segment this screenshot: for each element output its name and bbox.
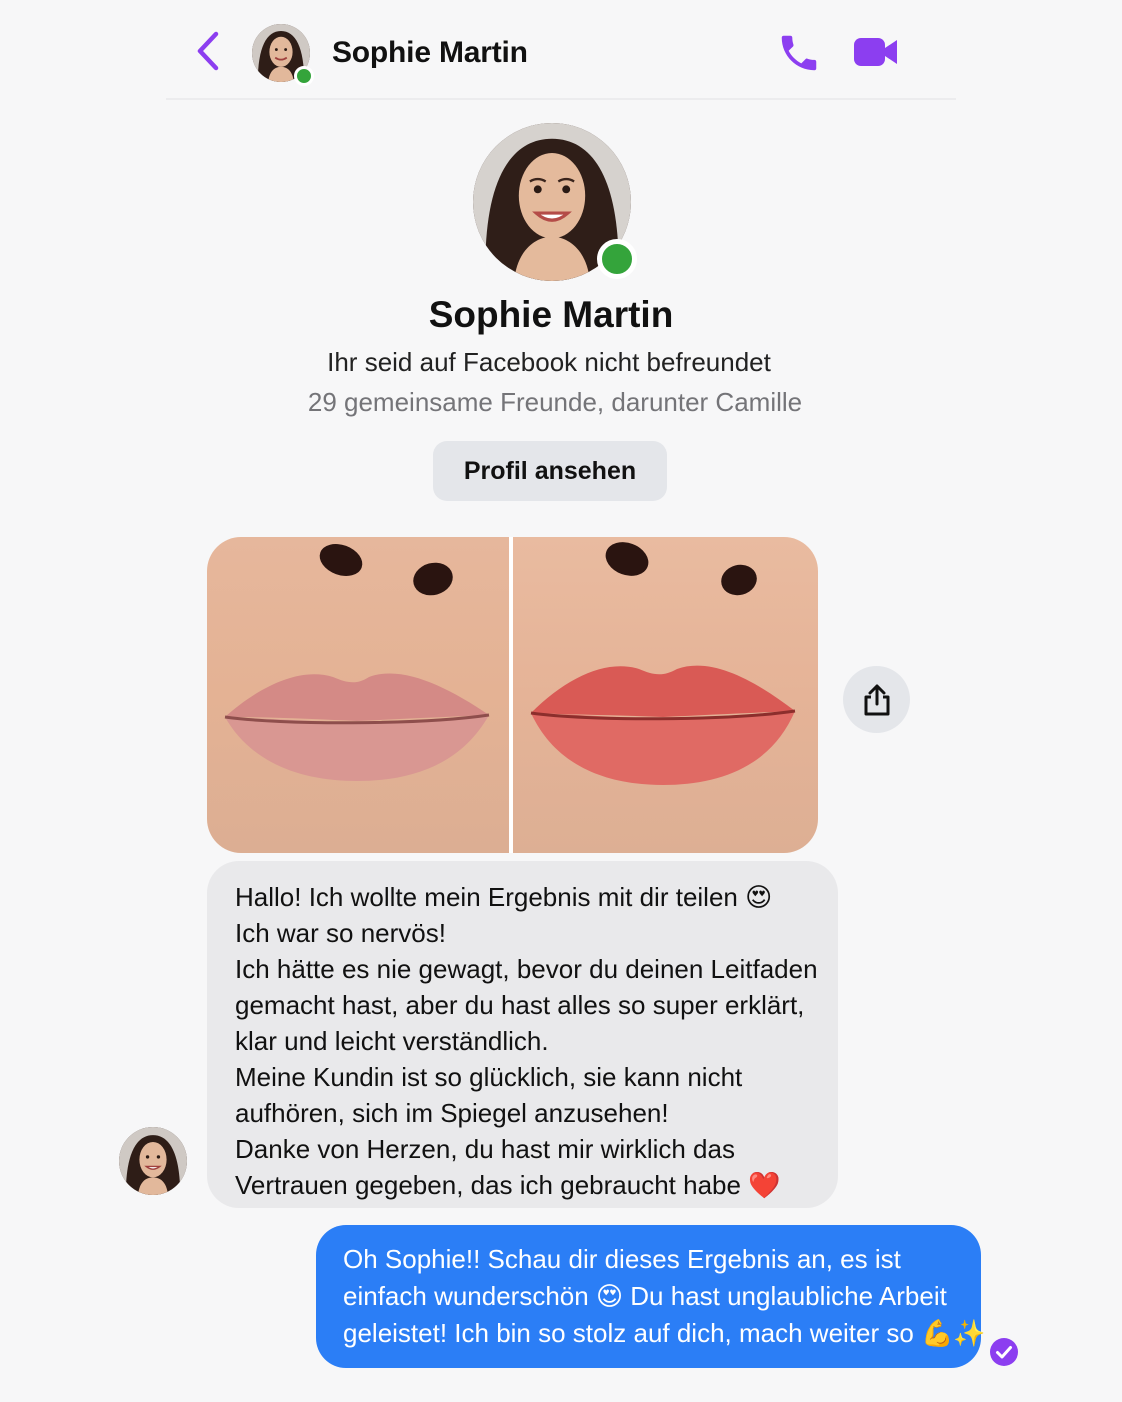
message-line: geleistet! Ich bin so stolz auf dich, ma…	[343, 1318, 986, 1348]
message-line: Ich hätte es nie gewagt, bevor du deinen…	[235, 954, 818, 984]
header-avatar[interactable]	[252, 24, 314, 86]
back-button[interactable]	[188, 28, 228, 74]
seen-check-icon	[990, 1338, 1018, 1366]
photo-before	[207, 537, 513, 853]
message-line: Oh Sophie!! Schau dir dieses Ergebnis an…	[343, 1244, 901, 1274]
message-line: Hallo! Ich wollte mein Ergebnis mit dir …	[235, 882, 773, 912]
mutual-friends: 29 gemeinsame Freunde, darunter Camille	[307, 387, 803, 417]
phone-icon	[781, 35, 817, 71]
avatar	[119, 1127, 187, 1195]
profile-avatar[interactable]	[473, 123, 637, 281]
message-line: Ich war so nervös!	[235, 918, 446, 948]
online-indicator	[597, 239, 637, 279]
view-profile-button[interactable]: Profil ansehen	[433, 441, 667, 501]
share-button[interactable]	[843, 666, 910, 733]
message-line: Danke von Herzen, du hast mir wirklich d…	[235, 1134, 735, 1164]
message-line: Vertrauen gegeben, das ich gebraucht hab…	[235, 1170, 781, 1200]
message-line: gemacht hast, aber du hast alles so supe…	[235, 990, 805, 1020]
sender-avatar[interactable]	[119, 1127, 187, 1195]
message-line: klar und leicht verständlich.	[235, 1026, 549, 1056]
incoming-message-bubble[interactable]: Hallo! Ich wollte mein Ergebnis mit dir …	[207, 861, 838, 1208]
profile-name: Sophie Martin	[428, 294, 674, 335]
message-line: Meine Kundin ist so glücklich, sie kann …	[235, 1062, 743, 1092]
chat-header: Sophie Martin	[166, 0, 956, 100]
friendship-status: Ihr seid auf Facebook nicht befreundet	[327, 347, 771, 377]
voice-call-button[interactable]	[776, 30, 822, 76]
video-camera-icon	[854, 38, 897, 66]
message-line: aufhören, sich im Spiegel anzusehen!	[235, 1098, 669, 1128]
outgoing-message-bubble[interactable]: Oh Sophie!! Schau dir dieses Ergebnis an…	[316, 1225, 986, 1368]
video-call-button[interactable]	[852, 32, 900, 72]
photo-after	[512, 537, 818, 853]
share-icon	[864, 684, 889, 715]
before-after-photo[interactable]	[207, 537, 818, 853]
message-line: einfach wunderschön 😍 Du hast unglaublic…	[343, 1281, 947, 1311]
online-indicator	[294, 66, 314, 86]
header-contact-name[interactable]: Sophie Martin	[332, 36, 528, 70]
chevron-left-icon	[197, 31, 219, 71]
